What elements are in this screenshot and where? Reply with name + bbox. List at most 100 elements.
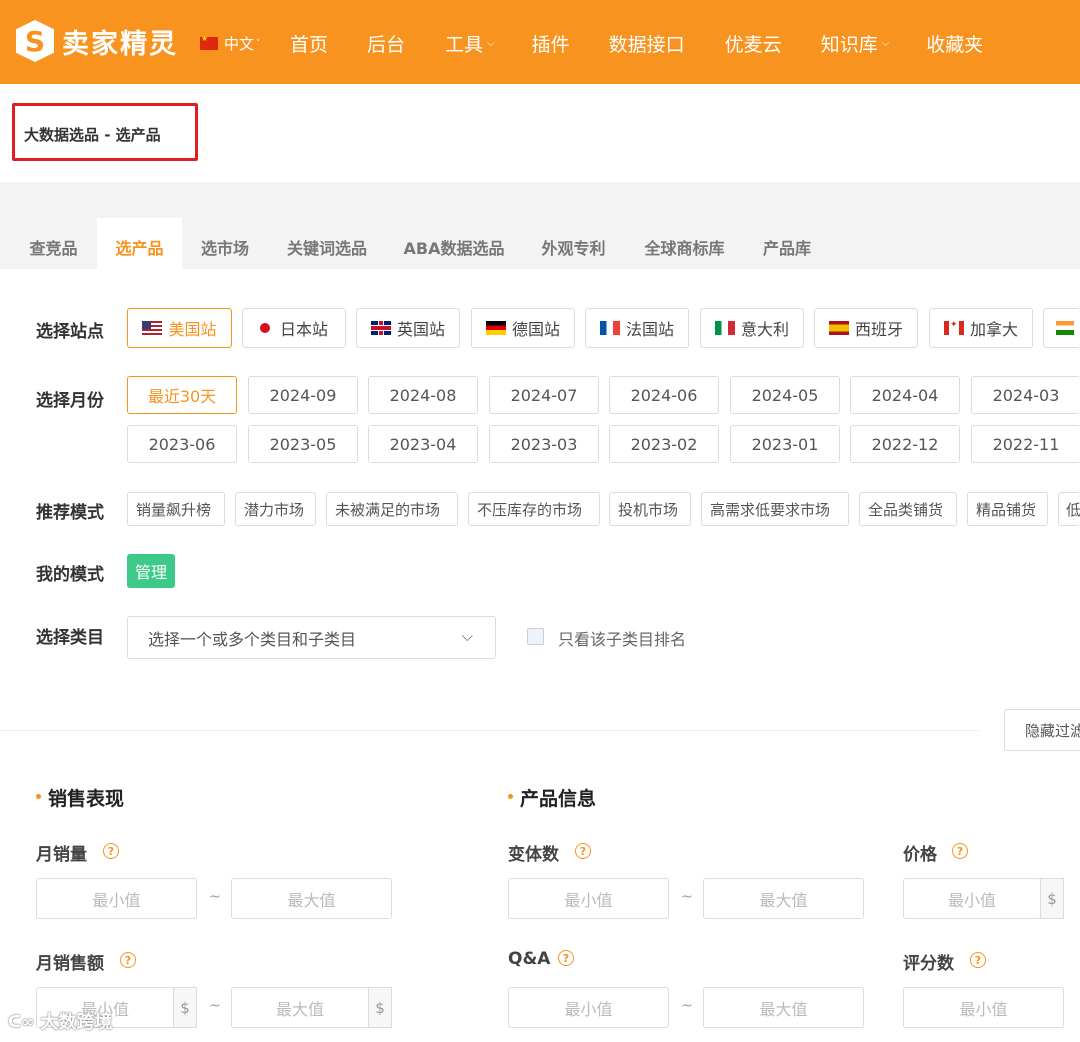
nav-item-data-api[interactable]: 数据接口 [609, 30, 685, 57]
monthly-sales-max-input[interactable]: 最大值 [231, 878, 392, 919]
tab-trademark-library[interactable]: 全球商标库 [625, 218, 744, 269]
nav-item-home[interactable]: 首页 [290, 30, 328, 57]
mode-option[interactable]: 精品铺货 [967, 492, 1048, 526]
field-label-variants: 变体数 [508, 845, 559, 865]
field-label-price: 价格 [903, 845, 937, 865]
manage-button[interactable]: 管理 [127, 554, 175, 588]
month-option[interactable]: 2022-11 [971, 425, 1080, 463]
site-us[interactable]: 美国站 [127, 308, 232, 348]
tab-competitors[interactable]: 查竞品 [10, 218, 97, 269]
field-label-monthly-sales: 月销量 [36, 845, 87, 865]
month-option[interactable]: 2024-08 [368, 376, 478, 414]
month-option[interactable]: 2024-04 [850, 376, 960, 414]
fr-flag-icon [599, 321, 620, 335]
breadcrumb: 大数据选品 - 选产品 [24, 126, 161, 144]
hide-filter-button[interactable]: 隐藏过滤 [1004, 709, 1080, 751]
tab-select-product[interactable]: 选产品 [97, 218, 182, 269]
month-option[interactable]: 2024-06 [609, 376, 719, 414]
main-nav: 首页 后台 工具 ⌵ 插件 数据接口 优麦云 知识库 ⌵ 收藏夹 [290, 30, 983, 57]
variants-max-input[interactable]: 最大值 [703, 878, 864, 919]
mode-option[interactable]: 高需求低要求市场 [701, 492, 849, 526]
nav-item-knowledge[interactable]: 知识库 ⌵ [821, 30, 890, 57]
qa-max-input[interactable]: 最大值 [703, 987, 864, 1028]
mode-option[interactable]: 未被满足的市场 [326, 492, 458, 526]
site-uk[interactable]: 英国站 [356, 308, 460, 348]
my-mode-label: 我的模式 [36, 565, 104, 585]
monthly-revenue-max-input[interactable]: 最大值 [231, 987, 369, 1028]
section-dot-icon [36, 794, 41, 799]
month-option[interactable]: 2023-04 [368, 425, 478, 463]
month-option[interactable]: 2022-12 [850, 425, 960, 463]
subcategory-only-label: 只看该子类目排名 [558, 630, 687, 649]
nav-item-youmaiyun[interactable]: 优麦云 [725, 30, 782, 57]
tab-select-market[interactable]: 选市场 [182, 218, 268, 269]
mode-option[interactable]: 低 [1058, 492, 1080, 526]
site-in[interactable] [1043, 308, 1080, 348]
mode-option[interactable]: 潜力市场 [235, 492, 316, 526]
uk-flag-icon [370, 321, 391, 335]
month-option[interactable]: 2023-03 [489, 425, 599, 463]
nav-item-plugin[interactable]: 插件 [532, 30, 570, 57]
tab-product-library[interactable]: 产品库 [744, 218, 830, 269]
section-dot-icon [508, 794, 513, 799]
tab-design-patent[interactable]: 外观专利 [522, 218, 625, 269]
logo-text: 卖家精灵 [62, 28, 178, 60]
top-nav-bar: S 卖家精灵 中文 ˅ 首页 后台 工具⌵ 插件 数据接口 优麦云 知识库⌵ 收… [0, 0, 1080, 84]
category-label: 选择类目 [36, 628, 104, 648]
help-icon[interactable]: ? [558, 950, 574, 966]
help-icon[interactable]: ? [120, 952, 136, 968]
mode-option[interactable]: 投机市场 [609, 492, 691, 526]
de-flag-icon [485, 321, 506, 335]
currency-suffix: $ [173, 987, 197, 1028]
help-icon[interactable]: ? [952, 843, 968, 859]
range-separator: ~ [681, 998, 693, 1014]
currency-suffix: $ [368, 987, 392, 1028]
chevron-down-icon: ⌵ [487, 38, 495, 49]
section-title-product: 产品信息 [520, 788, 597, 810]
site-jp[interactable]: 日本站 [242, 308, 346, 348]
mode-option[interactable]: 销量飙升榜 [127, 492, 225, 526]
month-option[interactable]: 2023-02 [609, 425, 719, 463]
help-icon[interactable]: ? [103, 843, 119, 859]
watermark-logo-icon: ᑕ∞ [8, 1011, 35, 1031]
watermark: ᑕ∞ 大数跨境 [8, 1011, 113, 1034]
logo[interactable]: S 卖家精灵 [16, 20, 178, 62]
range-separator: ~ [681, 889, 693, 905]
site-ca[interactable]: 加拿大 [929, 308, 1033, 348]
qa-min-input[interactable]: 最小值 [508, 987, 669, 1028]
monthly-sales-min-input[interactable]: 最小值 [36, 878, 197, 919]
help-icon[interactable]: ? [970, 952, 986, 968]
nav-item-backend[interactable]: 后台 [367, 30, 405, 57]
mode-option[interactable]: 全品类铺货 [859, 492, 957, 526]
tab-aba-selection[interactable]: ABA数据选品 [386, 218, 522, 269]
currency-suffix: $ [1040, 878, 1064, 919]
site-es[interactable]: 西班牙 [814, 308, 918, 348]
nav-item-tools[interactable]: 工具 ⌵ [445, 30, 495, 57]
month-option[interactable]: 2023-05 [248, 425, 358, 463]
rating-count-min-input[interactable]: 最小值 [903, 987, 1064, 1028]
month-option[interactable]: 2024-09 [248, 376, 358, 414]
subcategory-only-checkbox[interactable] [527, 628, 544, 645]
nav-item-favorites[interactable]: 收藏夹 [926, 30, 983, 57]
language-switcher[interactable]: 中文 ˅ [200, 33, 261, 54]
month-option[interactable]: 2023-06 [127, 425, 237, 463]
month-option[interactable]: 2024-07 [489, 376, 599, 414]
help-icon[interactable]: ? [575, 843, 591, 859]
us-flag-icon [142, 321, 163, 335]
month-option[interactable]: 最近30天 [127, 376, 237, 414]
month-option[interactable]: 2024-05 [730, 376, 840, 414]
mode-option[interactable]: 不压库存的市场 [468, 492, 600, 526]
site-fr[interactable]: 法国站 [585, 308, 689, 348]
logo-icon: S [16, 20, 54, 62]
price-min-input[interactable]: 最小值 [903, 878, 1041, 919]
variants-min-input[interactable]: 最小值 [508, 878, 669, 919]
site-it[interactable]: 意大利 [700, 308, 804, 348]
china-flag-icon [200, 34, 218, 50]
month-option[interactable]: 2023-01 [730, 425, 840, 463]
language-label: 中文 [224, 35, 255, 53]
category-select[interactable]: 选择一个或多个类目和子类目 ⌵ [127, 616, 496, 659]
site-de[interactable]: 德国站 [471, 308, 575, 348]
month-option[interactable]: 2024-03 [971, 376, 1080, 414]
field-label-qa: Q&A [508, 949, 551, 969]
tab-keyword-selection[interactable]: 关键词选品 [268, 218, 386, 269]
